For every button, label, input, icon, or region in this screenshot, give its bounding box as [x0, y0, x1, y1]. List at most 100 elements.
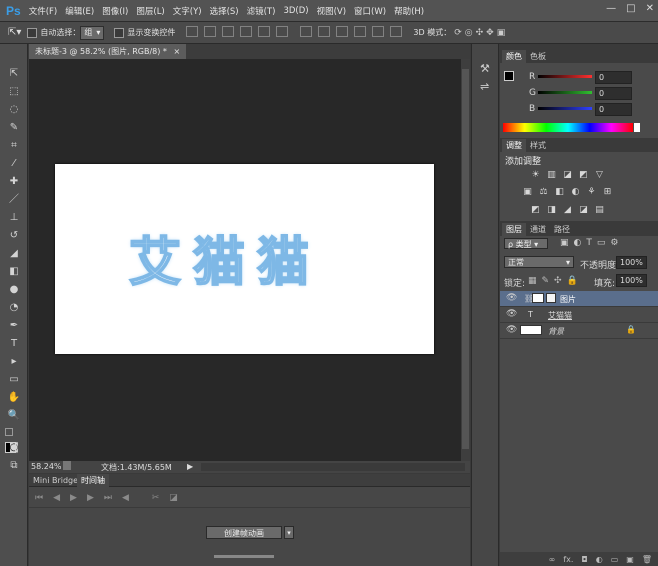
menu-window[interactable]: 窗口(W) — [354, 5, 386, 17]
tab-color[interactable]: 颜色 — [502, 50, 526, 63]
layer-row-background[interactable]: 👁 背景 🔒 — [500, 323, 658, 339]
new-group-icon[interactable]: ▭ — [611, 555, 619, 564]
tab-layers[interactable]: 图层 — [502, 223, 526, 236]
tab-timeline[interactable]: 时间轴 — [77, 474, 109, 487]
clone-stamp-tool-icon[interactable]: ⊥ — [6, 210, 22, 225]
layer-name[interactable]: 图片 — [560, 294, 576, 305]
distribute-hcenter-icon[interactable] — [372, 25, 385, 37]
move-tool-icon[interactable]: ⇱ — [6, 66, 22, 81]
link-layers-icon[interactable]: ∞ — [549, 555, 556, 564]
align-top-icon[interactable] — [186, 25, 199, 37]
quick-select-tool-icon[interactable]: ✎ — [6, 120, 22, 135]
distribute-bottom-icon[interactable] — [336, 25, 349, 37]
layer-name[interactable]: 背景 — [548, 326, 564, 337]
menu-view[interactable]: 视图(V) — [317, 5, 346, 17]
menu-select[interactable]: 选择(S) — [210, 5, 239, 17]
eye-icon[interactable]: 👁 — [506, 309, 517, 319]
channel-g-value[interactable]: 0 — [595, 87, 632, 100]
fill-value[interactable]: 100% — [616, 274, 647, 287]
paint-bucket-tool-icon[interactable]: ◧ — [6, 264, 22, 279]
show-transform-checkbox[interactable] — [114, 27, 125, 38]
eye-icon[interactable]: 👁 — [506, 325, 517, 335]
default-colors-icon[interactable] — [5, 428, 13, 436]
color-lookup-adjust-icon[interactable]: ⊞ — [602, 187, 613, 197]
dodge-tool-icon[interactable]: ◔ — [6, 300, 22, 315]
history-panel-icon[interactable]: ⚒ — [480, 62, 490, 75]
document-tab[interactable]: 未标题-3 @ 58.2% (图片, RGB/8) * × — [29, 44, 187, 59]
gradient-map-adjust-icon[interactable]: ◪ — [578, 205, 589, 215]
shape-tool-icon[interactable]: ▭ — [6, 372, 22, 387]
maximize-button[interactable]: □ — [626, 3, 635, 14]
type-tool-icon[interactable]: T — [6, 336, 22, 351]
add-mask-icon[interactable]: ◘ — [581, 555, 587, 564]
minimize-button[interactable]: — — [606, 3, 616, 14]
tab-channels[interactable]: 通道 — [526, 223, 550, 236]
close-button[interactable]: ✕ — [646, 3, 654, 14]
distribute-top-icon[interactable] — [300, 25, 313, 37]
menu-image[interactable]: 图像(I) — [102, 5, 128, 17]
menu-filter[interactable]: 滤镜(T) — [247, 5, 276, 17]
move-tool-preset-icon[interactable]: ⇱▾ — [8, 27, 21, 38]
eye-icon[interactable]: 👁 — [506, 293, 517, 303]
vibrance-adjust-icon[interactable]: ▽ — [594, 170, 605, 180]
distribute-vcenter-icon[interactable] — [318, 25, 331, 37]
menu-help[interactable]: 帮助(H) — [394, 5, 424, 17]
history-brush-tool-icon[interactable]: ↺ — [6, 228, 22, 243]
blend-mode-dropdown[interactable]: 正常 ▾ — [504, 256, 574, 268]
menu-3d[interactable]: 3D(D) — [283, 6, 308, 16]
horizontal-scrollbar[interactable] — [201, 463, 465, 471]
layer-filter-dropdown[interactable]: ρ 类型 ▾ — [504, 238, 548, 249]
zoom-tool-icon[interactable]: 🔍 — [6, 408, 22, 423]
delete-layer-icon[interactable]: 🗑 — [642, 555, 652, 564]
eyedropper-tool-icon[interactable]: ⁄ — [6, 156, 22, 171]
pen-tool-icon[interactable]: ✒ — [6, 318, 22, 333]
channel-r-value[interactable]: 0 — [595, 71, 632, 84]
hand-tool-icon[interactable]: ✋ — [6, 390, 22, 405]
document-canvas[interactable]: 艾猫猫 — [55, 164, 434, 354]
create-animation-dropdown[interactable]: ▾ — [284, 526, 294, 539]
exposure-adjust-icon[interactable]: ◩ — [578, 170, 589, 180]
tab-adjustments[interactable]: 调整 — [502, 139, 526, 152]
channel-b-slider[interactable] — [538, 107, 592, 110]
vertical-scrollbar[interactable] — [461, 59, 470, 461]
white-swatch[interactable] — [634, 123, 640, 132]
brush-tool-icon[interactable]: ／ — [6, 192, 22, 207]
tab-paths[interactable]: 路径 — [550, 223, 574, 236]
status-menu-arrow-icon[interactable]: ▶ — [187, 462, 193, 471]
photo-filter-adjust-icon[interactable]: ◐ — [570, 187, 581, 197]
align-left-icon[interactable] — [240, 25, 253, 37]
layer-row-image[interactable]: 👁 ⛓ 图片 — [500, 291, 658, 307]
timeline-controls[interactable]: ⏮◀▶▶⏭◀ ✂◪ — [35, 493, 188, 503]
new-adjustment-icon[interactable]: ◐ — [596, 555, 603, 564]
healing-brush-tool-icon[interactable]: ✚ — [6, 174, 22, 189]
layer-name[interactable]: 艾猫猫 — [548, 310, 572, 321]
distribute-left-icon[interactable] — [354, 25, 367, 37]
channel-g-slider[interactable] — [538, 91, 592, 94]
hue-saturation-adjust-icon[interactable]: ▣ — [522, 187, 533, 197]
channel-b-value[interactable]: 0 — [595, 103, 632, 116]
3d-mode-icons[interactable]: ⟳◎✣✥▣ — [454, 28, 508, 38]
screen-mode-icon[interactable]: ⧉ — [6, 458, 22, 473]
status-icon[interactable] — [63, 461, 71, 470]
eraser-tool-icon[interactable]: ◢ — [6, 246, 22, 261]
curves-adjust-icon[interactable]: ◪ — [562, 170, 573, 180]
color-balance-adjust-icon[interactable]: ⚖ — [538, 187, 549, 197]
blur-tool-icon[interactable]: ● — [6, 282, 22, 297]
channel-mixer-adjust-icon[interactable]: ⚘ — [586, 187, 597, 197]
opacity-value[interactable]: 100% — [616, 256, 647, 269]
path-select-tool-icon[interactable]: ▸ — [6, 354, 22, 369]
menu-edit[interactable]: 编辑(E) — [65, 5, 94, 17]
lock-icons[interactable]: ▦✎✣🔒 — [528, 276, 583, 286]
menu-file[interactable]: 文件(F) — [29, 5, 58, 17]
distribute-right-icon[interactable] — [390, 25, 403, 37]
auto-select-dropdown[interactable]: 组 ▾ — [80, 25, 105, 40]
brightness-adjust-icon[interactable]: ☀ — [530, 170, 541, 180]
zoom-level[interactable]: 58.24% — [31, 462, 62, 471]
tab-swatches[interactable]: 色板 — [526, 50, 550, 63]
align-hcenter-icon[interactable] — [258, 25, 271, 37]
close-tab-icon[interactable]: × — [173, 47, 180, 56]
properties-panel-icon[interactable]: ⇌ — [480, 80, 489, 93]
timeline-zoom-slider[interactable] — [214, 555, 274, 558]
layer-filter-icons[interactable]: ▣◐T▭⚙ — [560, 238, 623, 248]
menu-type[interactable]: 文字(Y) — [173, 5, 202, 17]
